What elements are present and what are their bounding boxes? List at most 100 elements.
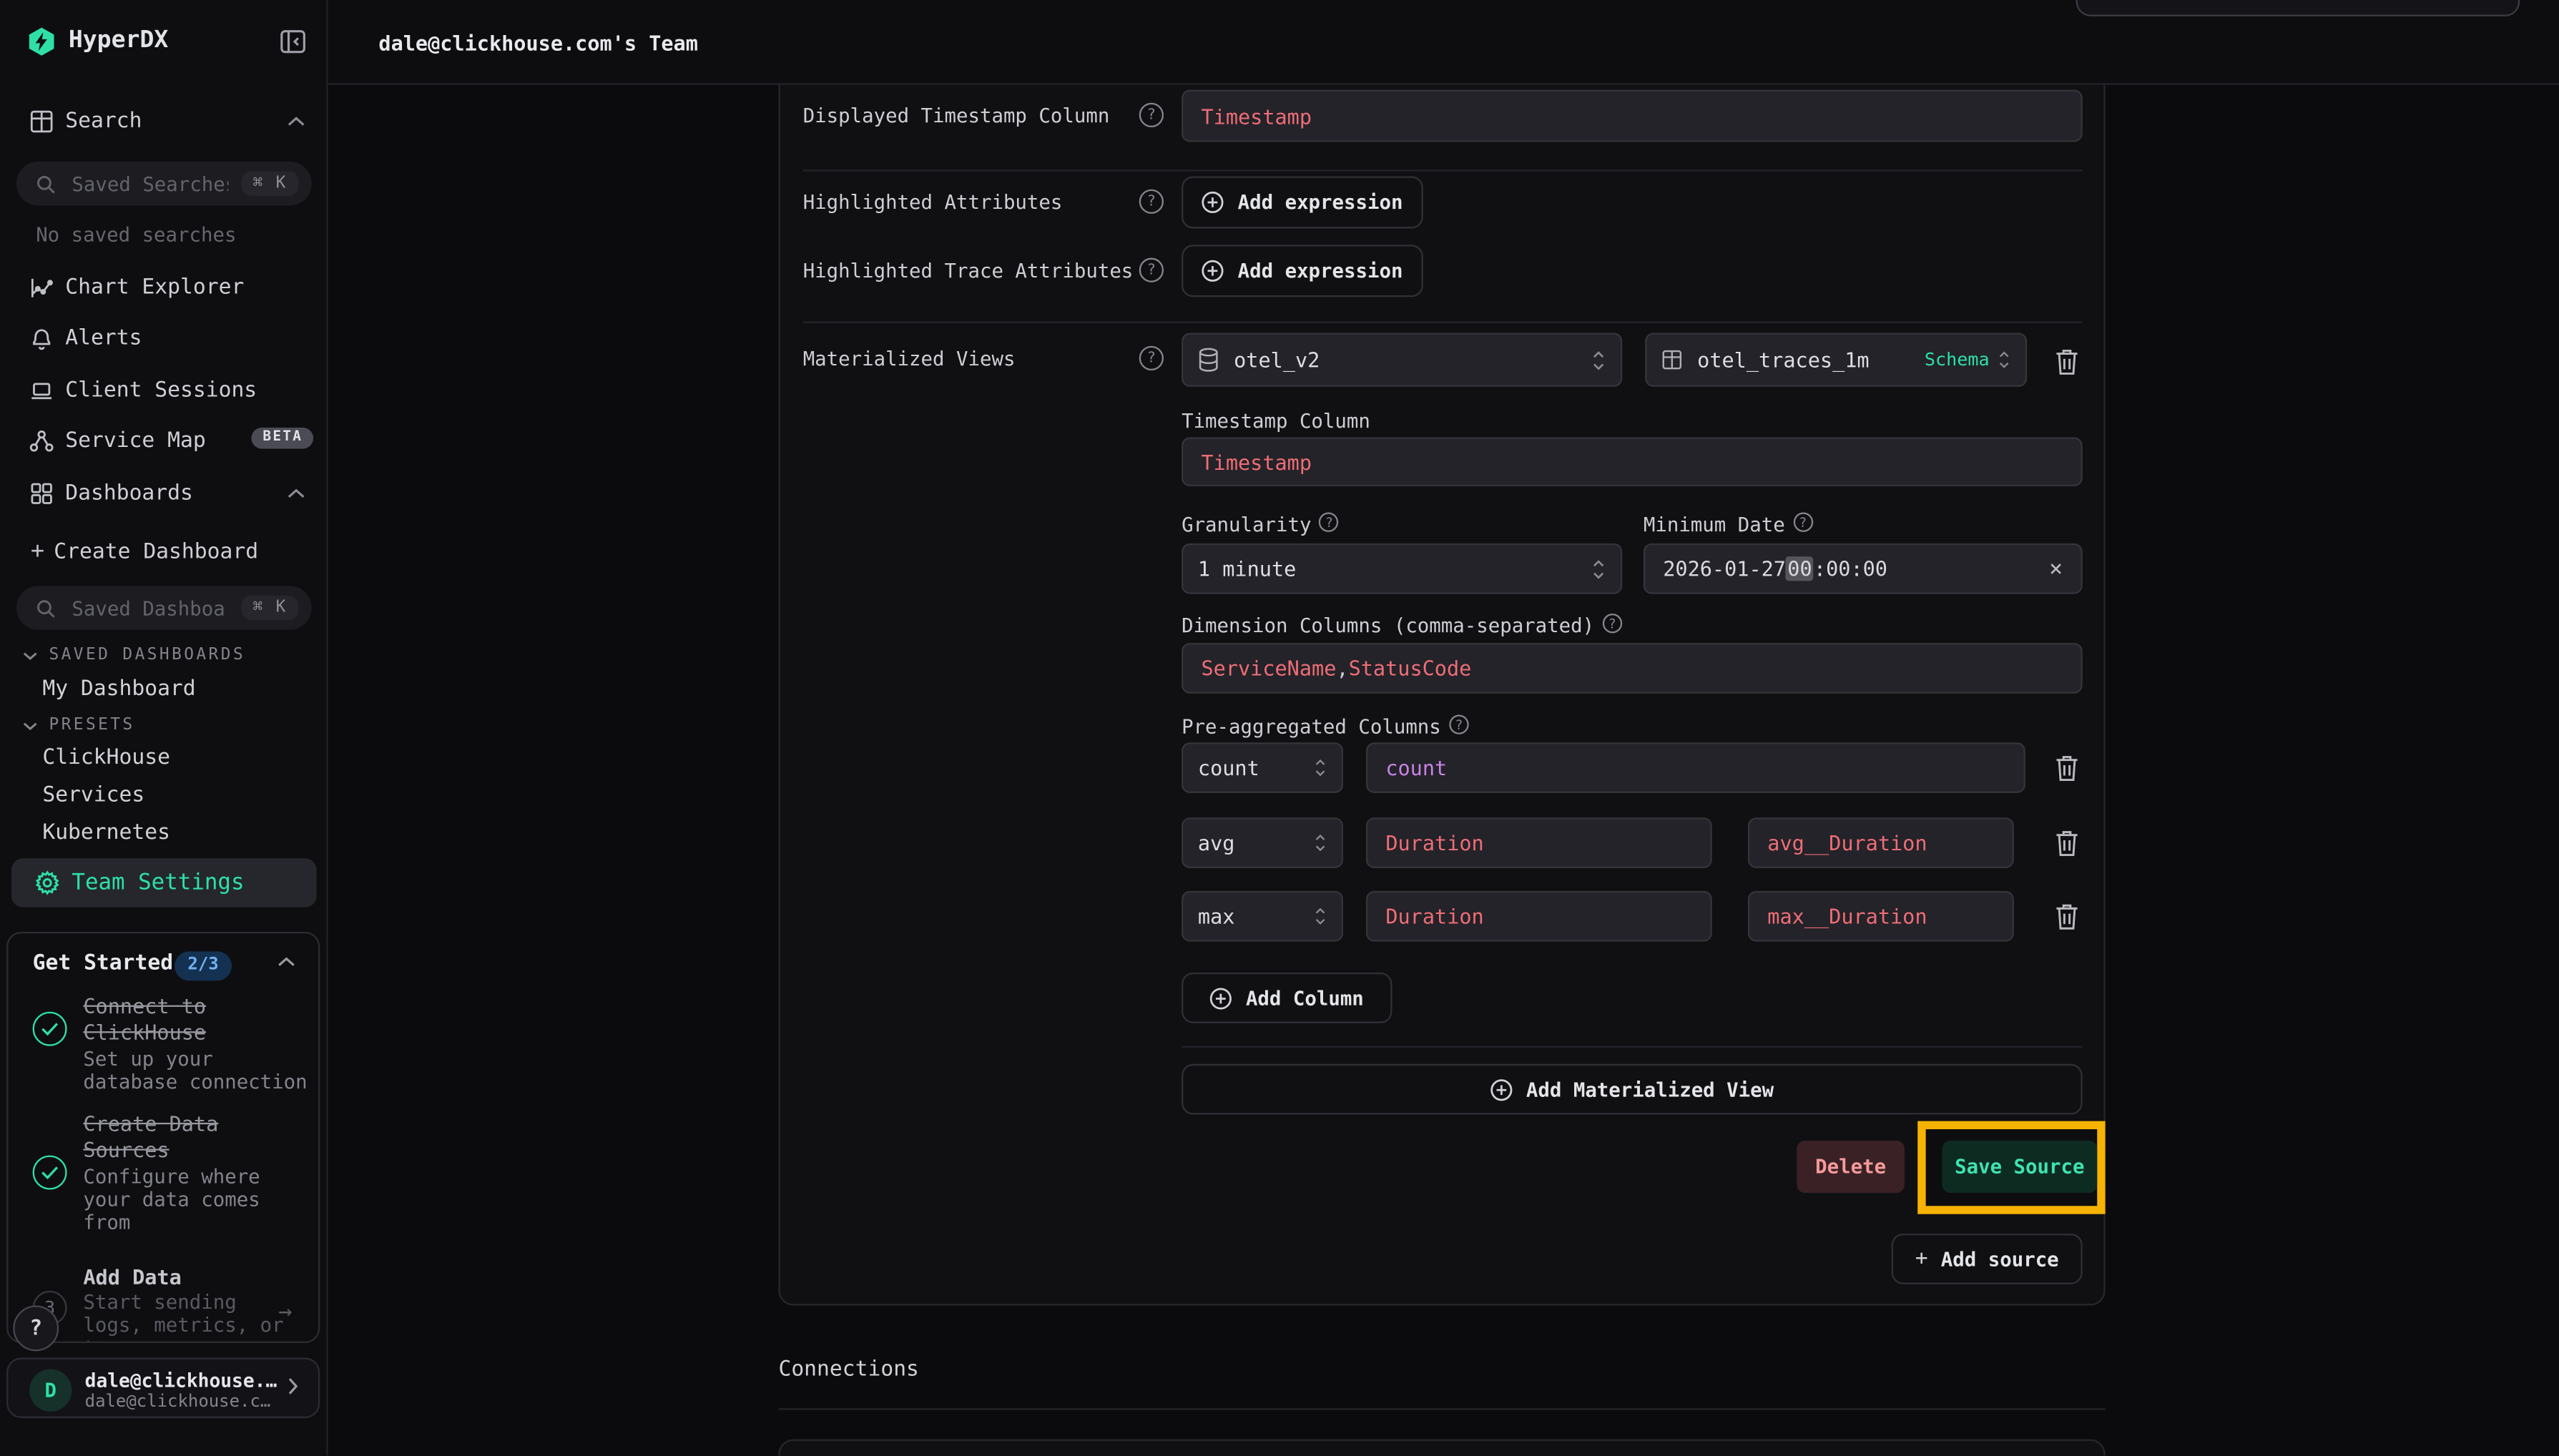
shortcut-badge: ⌘ K — [242, 596, 299, 620]
delete-source-button[interactable]: Delete — [1797, 1141, 1905, 1193]
aggregation-op-select[interactable]: max — [1182, 891, 1343, 942]
search-table-icon — [28, 108, 54, 134]
sidebar-item-services[interactable]: Services — [42, 783, 144, 807]
step-title[interactable]: ClickHouse — [83, 1020, 206, 1044]
add-expression-button[interactable]: Add expression — [1182, 176, 1423, 228]
database-icon — [1198, 348, 1219, 372]
aggregation-op-select[interactable]: avg — [1182, 817, 1343, 868]
chevron-up-icon[interactable] — [277, 956, 295, 968]
user-menu[interactable]: D dale@clickhouse.… dale@clickhouse.c… — [6, 1358, 320, 1418]
delete-row-icon[interactable] — [2051, 899, 2081, 932]
chevron-down-icon — [23, 720, 38, 730]
help-button[interactable]: ? — [13, 1306, 59, 1352]
add-source-button[interactable]: + Add source — [1892, 1234, 2083, 1284]
check-circle-icon — [33, 1156, 67, 1190]
highlighted-attributes-label: Highlighted Attributes — [803, 191, 1063, 214]
dimension-columns-input[interactable]: ServiceName, StatusCode — [1182, 643, 2083, 694]
help-circle-icon[interactable]: ? — [1139, 190, 1164, 214]
create-dashboard-button[interactable]: + Create Dashboard — [0, 528, 328, 574]
highlighted-trace-attributes-label: Highlighted Trace Attributes — [803, 260, 1134, 282]
add-expression-button[interactable]: Add expression — [1182, 245, 1423, 297]
aggregation-expr-input[interactable]: Duration — [1366, 817, 1712, 868]
table-icon — [1661, 349, 1683, 370]
sidebar-item-client-sessions[interactable]: Client Sessions — [0, 367, 328, 413]
help-circle-icon[interactable]: ? — [1139, 258, 1164, 282]
save-source-button[interactable]: Save Source — [1942, 1141, 2097, 1193]
chevron-up-icon — [288, 487, 305, 498]
delete-row-icon[interactable] — [2051, 751, 2081, 784]
source-settings-card: Displayed Timestamp Column ? Timestamp H… — [778, 85, 2105, 1306]
beta-badge: BETA — [251, 428, 314, 448]
aggregation-expr-input[interactable]: Duration — [1366, 891, 1712, 942]
circle-plus-icon — [1210, 986, 1233, 1009]
step-title[interactable]: Create Data — [83, 1111, 218, 1136]
step-title[interactable]: Sources — [83, 1137, 169, 1161]
help-circle-icon[interactable]: ? — [1139, 346, 1164, 370]
team-title: dale@clickhouse.com's Team — [378, 31, 698, 55]
step-title[interactable]: Connect to — [83, 994, 206, 1018]
sidebar-item-my-dashboard[interactable]: My Dashboard — [42, 677, 195, 702]
saved-dashboards-input[interactable]: ⌘ K — [16, 586, 312, 630]
table-select[interactable]: otel_traces_1m Schema — [1645, 333, 2027, 387]
sidebar-item-dashboards[interactable]: Dashboards — [0, 470, 328, 516]
granularity-select[interactable]: 1 minute — [1182, 543, 1622, 594]
sidebar-item-team-settings[interactable]: Team Settings — [11, 858, 317, 907]
sidebar-item-service-map[interactable]: Service Map BETA — [0, 418, 328, 463]
sidebar-item-clickhouse[interactable]: ClickHouse — [42, 746, 170, 770]
circle-plus-icon — [1490, 1078, 1513, 1101]
connections-heading: Connections — [778, 1358, 918, 1382]
saved-searches-input[interactable]: ⌘ K — [16, 162, 312, 206]
step-title[interactable]: Add Data — [83, 1264, 181, 1289]
divider — [803, 169, 2083, 171]
sidebar: HyperDX Search ⌘ K No saved searches — [0, 0, 328, 1455]
displayed-timestamp-input[interactable]: Timestamp — [1182, 90, 2083, 142]
service-map-icon — [28, 428, 54, 454]
sidebar-item-search[interactable]: Search — [0, 98, 328, 144]
presets-section[interactable]: PRESETS — [23, 717, 135, 734]
materialized-views-label: Materialized Views — [803, 348, 1016, 370]
schema-link[interactable]: Schema — [1925, 349, 1990, 370]
select-chevrons-icon — [1591, 557, 1606, 580]
minimum-date-label: Minimum Date? — [1644, 513, 1813, 536]
aggregation-expr-input[interactable]: count — [1366, 742, 2025, 793]
sidebar-item-kubernetes[interactable]: Kubernetes — [42, 821, 170, 845]
no-saved-searches-text: No saved searches — [36, 224, 236, 247]
minimum-date-input[interactable]: 2026-01-27 00:00:00 × — [1644, 543, 2083, 594]
scrolled-panel-edge — [2076, 0, 2520, 16]
divider — [803, 322, 2083, 323]
collapse-sidebar-icon[interactable] — [279, 28, 307, 56]
add-column-button[interactable]: Add Column — [1182, 973, 1392, 1023]
sidebar-item-alerts[interactable]: Alerts — [0, 315, 328, 360]
help-circle-icon[interactable]: ? — [1139, 103, 1164, 127]
add-materialized-view-button[interactable]: Add Materialized View — [1182, 1064, 2083, 1115]
search-icon — [36, 598, 55, 617]
saved-searches-field[interactable] — [69, 170, 232, 197]
progress-badge: 2/3 — [175, 951, 232, 980]
user-email: dale@clickhouse.c… — [85, 1391, 271, 1410]
saved-dashboards-field[interactable] — [69, 595, 232, 621]
select-chevrons-icon — [1314, 832, 1327, 854]
aggregation-alias-input[interactable]: max__Duration — [1748, 891, 2014, 942]
timestamp-column-input[interactable]: Timestamp — [1182, 438, 2083, 486]
plus-icon: + — [1915, 1246, 1928, 1271]
select-chevrons-icon — [1591, 348, 1606, 371]
shortcut-badge: ⌘ K — [242, 172, 299, 196]
get-started-title: Get Started — [33, 951, 173, 975]
laptop-icon — [28, 377, 54, 403]
database-select[interactable]: otel_v2 — [1182, 333, 1622, 387]
delete-row-icon[interactable] — [2051, 826, 2081, 859]
gear-icon — [33, 869, 61, 897]
select-chevrons-icon — [1998, 349, 2010, 370]
app-window: HyperDX Search ⌘ K No saved searches — [0, 0, 2559, 1455]
circle-plus-icon — [1202, 191, 1224, 214]
saved-dashboards-section[interactable]: SAVED DASHBOARDS — [23, 646, 245, 664]
aggregation-alias-input[interactable]: avg__Duration — [1748, 817, 2014, 868]
delete-materialized-view-icon[interactable] — [2051, 344, 2081, 377]
get-started-panel: Get Started 2/3 Connect to ClickHouse Se… — [6, 932, 320, 1343]
arrow-right-icon: → — [278, 1299, 292, 1325]
clear-date-icon[interactable]: × — [2049, 556, 2063, 582]
aggregation-op-select[interactable]: count — [1182, 742, 1343, 793]
app-title: HyperDX — [69, 28, 168, 54]
sidebar-item-chart-explorer[interactable]: Chart Explorer — [0, 265, 328, 310]
granularity-label: Granularity? — [1182, 513, 1339, 536]
